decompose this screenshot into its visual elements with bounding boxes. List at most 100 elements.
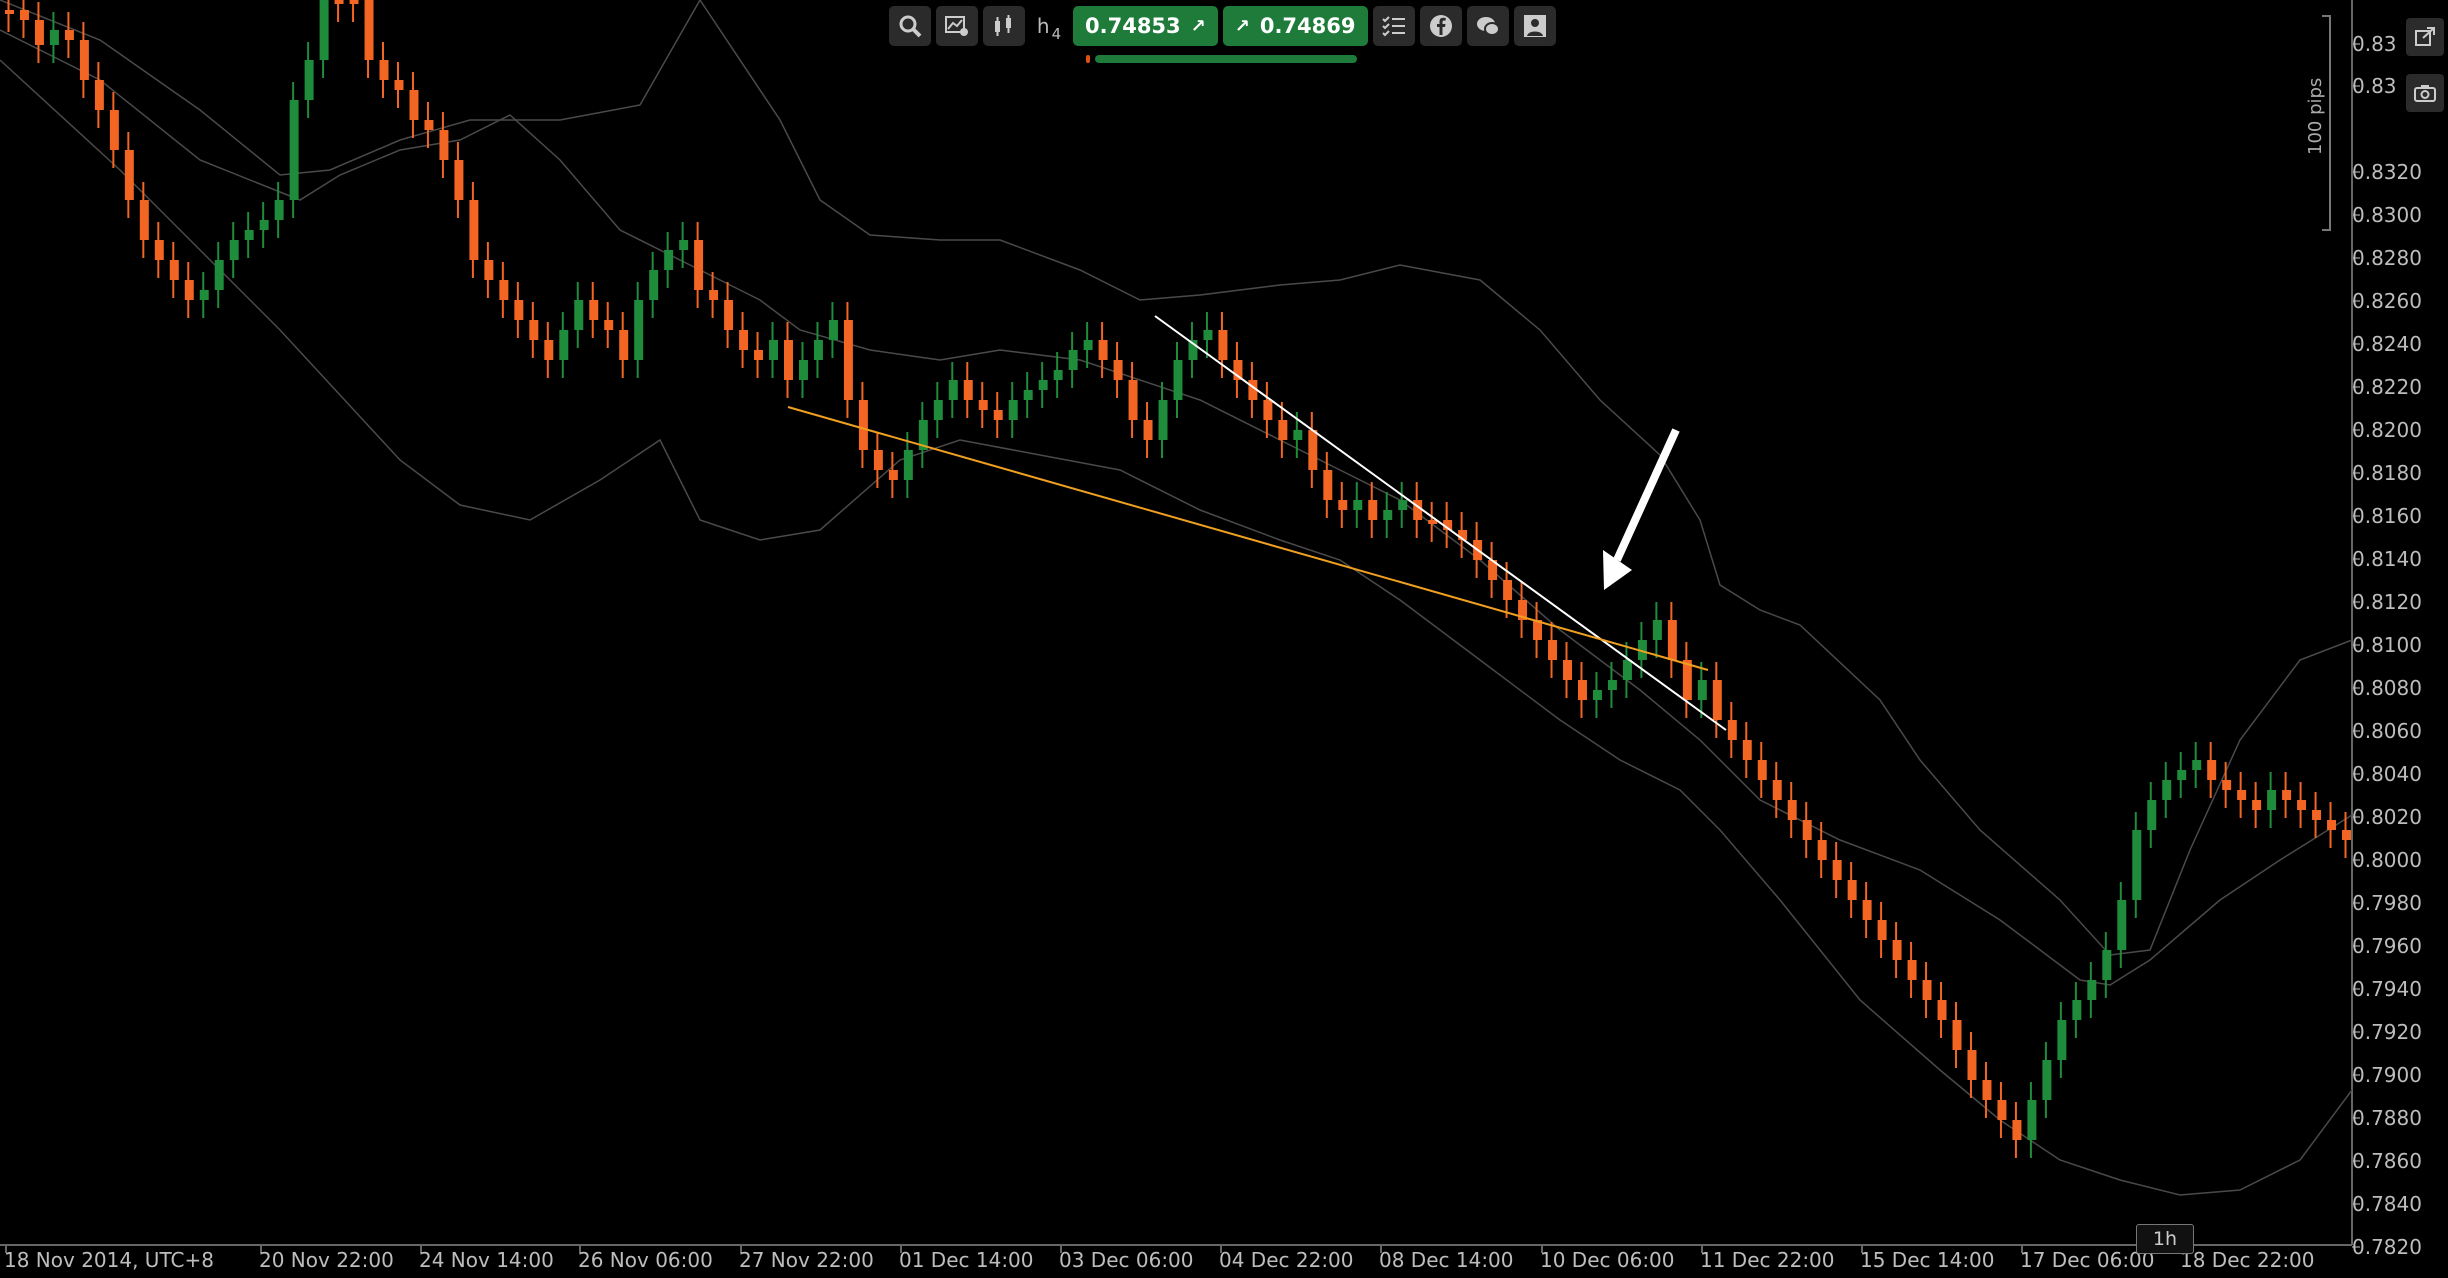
candle-body	[1008, 400, 1018, 420]
candle-body	[1398, 500, 1408, 510]
candle-body	[784, 340, 793, 380]
candle-body	[1577, 680, 1587, 700]
price-tick-label: 0.7860	[2352, 1149, 2422, 1173]
candle-body	[2057, 1020, 2067, 1060]
candle-body	[619, 330, 629, 360]
price-tick-label: 0.83	[2352, 32, 2397, 56]
candle-body	[1038, 380, 1048, 390]
price-tick-label: 0.8180	[2352, 461, 2422, 485]
candle-body	[1967, 1050, 1977, 1080]
candle-body	[1383, 510, 1393, 520]
price-tick-label: 0.8020	[2352, 805, 2422, 829]
candle-body	[1712, 680, 1722, 720]
candle-body	[813, 340, 823, 360]
price-tick-label: 0.8320	[2352, 160, 2422, 184]
candle-body	[1068, 350, 1078, 370]
chart-gear-icon	[945, 16, 968, 36]
candle-body	[379, 60, 389, 80]
candle-body	[1607, 680, 1617, 690]
profile-button[interactable]	[1513, 6, 1556, 46]
candle-body	[289, 100, 299, 200]
candle-body	[2192, 760, 2202, 770]
candle-body	[169, 260, 179, 280]
candle-body	[1727, 720, 1737, 740]
candle-body	[349, 0, 359, 4]
time-tick-label: 24 Nov 14:00	[419, 1248, 554, 1272]
camera-icon	[2414, 85, 2436, 102]
candle-body	[1563, 660, 1572, 680]
candle-body	[1862, 900, 1872, 920]
checklist-button[interactable]	[1372, 6, 1415, 46]
timeframe-badge[interactable]: 1h	[2136, 1224, 2194, 1254]
candle-body	[394, 80, 404, 90]
chat-button[interactable]	[1466, 6, 1509, 46]
time-tick-label: 15 Dec 14:00	[1860, 1248, 1995, 1272]
candle-body	[798, 360, 808, 380]
candle-body	[1158, 400, 1168, 440]
price-tick-label: 0.8300	[2352, 203, 2422, 227]
candle-body	[94, 80, 104, 110]
candle-body	[978, 400, 988, 410]
price-tick-label: 0.8140	[2352, 547, 2422, 571]
candle-body	[259, 220, 269, 230]
candle-body	[154, 240, 164, 260]
magnifier-icon	[899, 15, 922, 38]
price-tick-label: 0.7960	[2352, 934, 2422, 958]
candle-body	[724, 300, 734, 330]
candle-body	[1787, 800, 1797, 820]
candle-body	[1892, 940, 1902, 960]
price-tick-label: 0.8240	[2352, 332, 2422, 356]
candle-body	[484, 260, 494, 280]
facebook-share-button[interactable]	[1419, 6, 1462, 46]
chart-settings-button[interactable]	[936, 6, 978, 46]
candle-body	[364, 0, 374, 60]
time-tick-label: 18 Nov 2014, UTC+8	[4, 1248, 214, 1272]
candle-body	[1847, 880, 1857, 900]
candle-body	[199, 290, 209, 300]
candle-body	[1877, 920, 1887, 940]
spread-indicator-bar	[1095, 55, 1357, 63]
arrow-up-right-icon: ↗	[1234, 15, 1250, 37]
candle-body	[1697, 680, 1707, 700]
price-tick-label: 0.7920	[2352, 1020, 2422, 1044]
chat-bubbles-icon	[1476, 17, 1500, 36]
candle-body	[1143, 420, 1153, 440]
candle-body	[2312, 810, 2322, 820]
candle-body	[34, 20, 44, 45]
candle-body	[2267, 790, 2277, 810]
candle-body	[79, 40, 89, 80]
candle-body	[529, 320, 539, 340]
price-tick-label: 0.8060	[2352, 719, 2422, 743]
zoom-button[interactable]	[889, 6, 931, 46]
popout-button[interactable]	[2406, 18, 2444, 56]
candle-body	[19, 10, 29, 20]
screenshot-button[interactable]	[2406, 74, 2444, 112]
chart-type-button[interactable]	[983, 6, 1025, 46]
buy-price-button[interactable]: ↗ 0.74869	[1222, 6, 1368, 46]
candle-body	[244, 230, 254, 240]
candle-body	[1293, 430, 1303, 440]
candle-body	[499, 280, 509, 300]
price-chart[interactable]	[0, 0, 2448, 1278]
time-tick-label: 01 Dec 14:00	[899, 1248, 1034, 1272]
candle-body	[858, 400, 868, 450]
candle-body	[2012, 1120, 2022, 1140]
timeframe-selector[interactable]: h4	[1030, 6, 1068, 46]
candle-body	[1128, 380, 1138, 420]
price-tick-label: 0.83	[2352, 74, 2397, 98]
candle-body	[49, 30, 59, 45]
price-tick-label: 0.8260	[2352, 289, 2422, 313]
candle-body	[2252, 800, 2262, 810]
arrow-up-right-icon: ↗	[1190, 15, 1206, 37]
price-tick-label: 0.8280	[2352, 246, 2422, 270]
candle-body	[1592, 690, 1602, 700]
chart-area[interactable]: h4 0.74853 ↗ ↗ 0.74869 100 pips 0.83 0.83…	[0, 0, 2448, 1278]
time-tick-label: 17 Dec 06:00	[2020, 1248, 2155, 1272]
candle-body	[1278, 420, 1288, 440]
candle-body	[1802, 820, 1812, 840]
timeframe-letter: h	[1036, 14, 1050, 38]
price-tick-label: 0.7900	[2352, 1063, 2422, 1087]
checklist-icon	[1381, 16, 1405, 37]
price-tick-label: 0.8160	[2352, 504, 2422, 528]
sell-price-button[interactable]: 0.74853 ↗	[1073, 6, 1218, 46]
